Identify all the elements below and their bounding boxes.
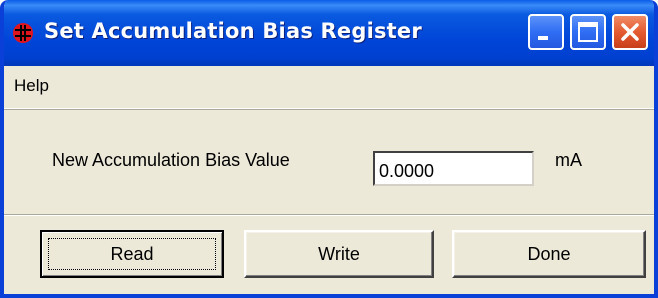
window-title: Set Accumulation Bias Register: [44, 19, 422, 43]
read-button[interactable]: Read: [40, 230, 224, 278]
separator: [4, 214, 654, 216]
maximize-icon: [578, 22, 598, 42]
menu-help[interactable]: Help: [8, 74, 55, 98]
close-icon: [621, 23, 639, 41]
minimize-button[interactable]: [528, 14, 564, 50]
minimize-icon: [538, 36, 548, 40]
maximize-button[interactable]: [570, 14, 606, 50]
bias-value-label: New Accumulation Bias Value: [52, 150, 290, 170]
write-button-label: Write: [318, 243, 360, 264]
title-bar[interactable]: Set Accumulation Bias Register: [4, 0, 654, 66]
unit-label: mA: [555, 150, 582, 170]
close-button[interactable]: [612, 14, 648, 50]
bias-value-input[interactable]: [373, 151, 534, 186]
dialog-window: Set Accumulation Bias Register Help New …: [0, 0, 658, 298]
dialog-content: New Accumulation Bias Value mA Read Writ…: [4, 110, 654, 294]
app-logo-icon[interactable]: [12, 22, 34, 44]
read-button-label: Read: [110, 243, 154, 264]
done-button-label: Done: [527, 243, 571, 264]
done-button[interactable]: Done: [452, 230, 646, 278]
menu-bar: Help: [4, 66, 654, 109]
write-button[interactable]: Write: [244, 230, 434, 278]
